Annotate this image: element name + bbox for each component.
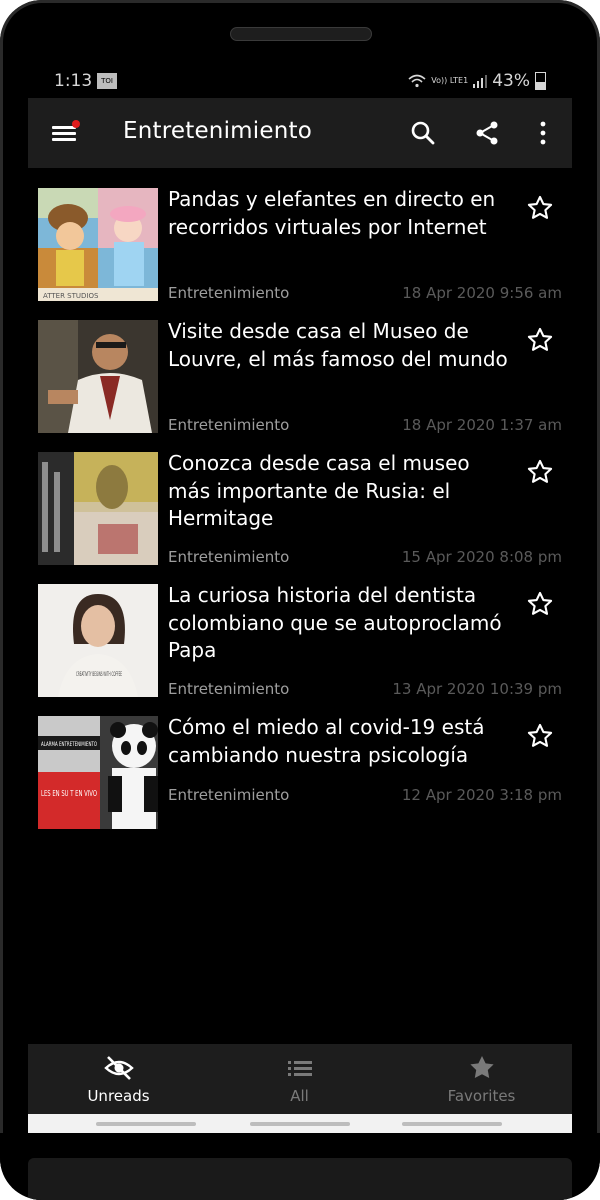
man-portrait-thumbnail xyxy=(38,320,158,433)
lte-indicator: Vo)) LTE1 xyxy=(431,76,469,85)
share-button[interactable] xyxy=(470,116,504,150)
tab-favorites[interactable]: Favorites xyxy=(391,1044,572,1114)
favorite-button[interactable] xyxy=(526,458,556,488)
favorite-button[interactable] xyxy=(526,194,556,224)
phone-frame: 1:13 TOI Vo)) LTE1 43% Entretenimiento A… xyxy=(0,0,600,1200)
article-headline[interactable]: Pandas y elefantes en directo en recorri… xyxy=(168,186,508,241)
shirt-text: CREATIVITY BEGINS WITH COFFEE xyxy=(76,671,122,678)
system-navigation-bar xyxy=(28,1114,572,1133)
favorite-button[interactable] xyxy=(526,722,556,752)
wifi-icon xyxy=(408,74,426,88)
recents-button[interactable] xyxy=(96,1122,196,1126)
article-thumbnail: CREATIVITY BEGINS WITH COFFEE xyxy=(38,584,158,697)
article-thumbnail xyxy=(38,452,158,565)
article-thumbnail: ATTER STUDIOS xyxy=(38,188,158,301)
article-headline[interactable]: La curiosa historia del dentista colombi… xyxy=(168,582,508,665)
favorite-button[interactable] xyxy=(526,326,556,356)
status-right: Vo)) LTE1 43% xyxy=(408,71,546,91)
tab-unreads[interactable]: Unreads xyxy=(28,1044,209,1114)
back-button[interactable] xyxy=(402,1122,502,1126)
bottom-navigation: Unreads All Favorites xyxy=(28,1044,572,1114)
search-button[interactable] xyxy=(406,116,440,150)
screen: 1:13 TOI Vo)) LTE1 43% Entretenimiento A… xyxy=(28,60,572,1133)
toy-story-thumbnail: ATTER STUDIOS xyxy=(38,188,158,301)
toi-notification-icon: TOI xyxy=(97,73,117,89)
star-icon xyxy=(469,1056,494,1078)
share-icon xyxy=(476,121,498,145)
page-title: Entretenimiento xyxy=(123,118,312,144)
notification-dot xyxy=(72,120,80,128)
signal-icon xyxy=(473,75,488,88)
more-options-button[interactable] xyxy=(526,116,560,150)
more-vert-icon xyxy=(540,121,546,145)
article-thumbnail: ALARMA ENTRETENIMIENTO LES EN SU T EN VI… xyxy=(38,716,158,829)
article-item[interactable]: ATTER STUDIOS Pandas y elefantes en dire… xyxy=(28,168,572,302)
list-icon xyxy=(287,1061,312,1076)
article-date: 12 Apr 2020 3:18 pm xyxy=(401,786,562,804)
eye-off-icon xyxy=(103,1056,134,1080)
banner-red-text: LES EN SU T EN VIVO xyxy=(41,789,97,798)
tab-unreads-label: Unreads xyxy=(87,1087,150,1105)
article-item[interactable]: CREATIVITY BEGINS WITH COFFEE La curiosa… xyxy=(28,564,572,698)
search-icon xyxy=(411,121,435,145)
app-bar: Entretenimiento xyxy=(28,98,572,168)
article-headline[interactable]: Cómo el miedo al covid-19 está cambiando… xyxy=(168,714,508,769)
star-outline-icon xyxy=(527,723,553,747)
star-outline-icon xyxy=(527,327,553,351)
article-headline[interactable]: Visite desde casa el Museo de Louvre, el… xyxy=(168,318,508,373)
status-time: 1:13 xyxy=(54,71,93,91)
woman-portrait-thumbnail: CREATIVITY BEGINS WITH COFFEE xyxy=(38,584,158,697)
tab-all-label: All xyxy=(290,1087,309,1105)
article-item[interactable]: Visite desde casa el Museo de Louvre, el… xyxy=(28,300,572,434)
tab-favorites-label: Favorites xyxy=(447,1087,516,1105)
panda-thumbnail: ALARMA ENTRETENIMIENTO LES EN SU T EN VI… xyxy=(38,716,158,829)
star-outline-icon xyxy=(527,591,553,615)
favorite-button[interactable] xyxy=(526,590,556,620)
phone-bottom-bezel xyxy=(0,1133,600,1200)
battery-icon xyxy=(535,72,546,90)
thumbnail-caption: ATTER STUDIOS xyxy=(43,292,99,300)
tab-all[interactable]: All xyxy=(209,1044,390,1114)
article-headline[interactable]: Conozca desde casa el museo más importan… xyxy=(168,450,508,533)
article-item[interactable]: Conozca desde casa el museo más importan… xyxy=(28,432,572,566)
earpiece-speaker xyxy=(230,27,372,41)
article-item[interactable]: ALARMA ENTRETENIMIENTO LES EN SU T EN VI… xyxy=(28,696,572,829)
menu-button[interactable] xyxy=(48,118,80,148)
star-outline-icon xyxy=(527,459,553,483)
museum-collage-thumbnail xyxy=(38,452,158,565)
home-button[interactable] xyxy=(250,1122,350,1126)
star-outline-icon xyxy=(527,195,553,219)
article-category: Entretenimiento xyxy=(168,786,290,804)
banner-text: ALARMA ENTRETENIMIENTO xyxy=(41,741,97,748)
status-bar: 1:13 TOI Vo)) LTE1 43% xyxy=(28,60,572,98)
article-thumbnail xyxy=(38,320,158,433)
battery-percent: 43% xyxy=(492,71,530,91)
